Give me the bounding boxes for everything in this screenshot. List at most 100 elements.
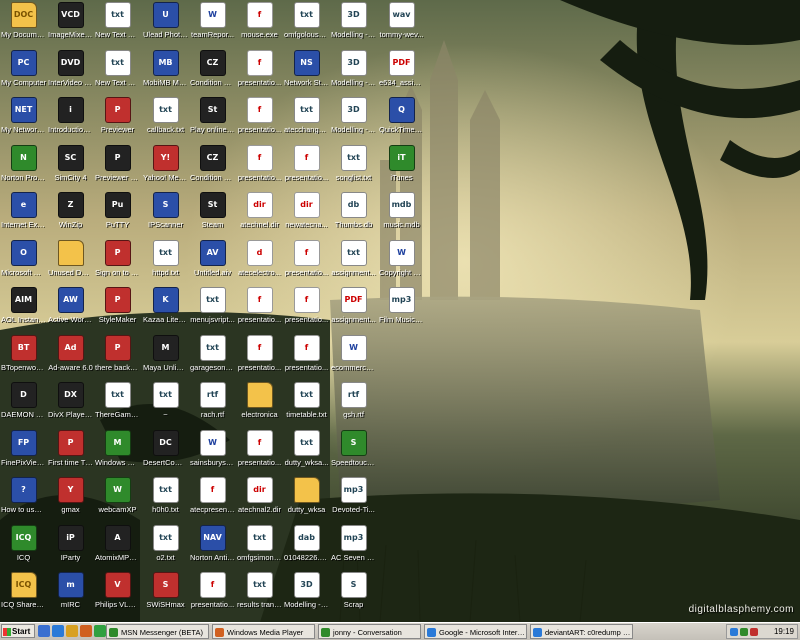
desktop-icon[interactable]: f presentatio... bbox=[283, 335, 330, 383]
desktop-icon[interactable]: electronica bbox=[236, 382, 283, 430]
taskbar-button[interactable]: jonny - Conversation bbox=[318, 624, 421, 639]
desktop-icon[interactable]: txt atecchange... bbox=[283, 97, 330, 145]
desktop-icon[interactable]: P Previewer bbox=[94, 97, 141, 145]
desktop-icon[interactable]: txt ThereGame.... bbox=[94, 382, 141, 430]
desktop-icon[interactable]: VCD ImageMixer VCD for ... bbox=[47, 2, 94, 50]
desktop-icon[interactable]: f presentatio... bbox=[236, 335, 283, 383]
desktop-icon[interactable]: AW Active Worlds bbox=[47, 287, 94, 335]
desktop-icon[interactable]: WwebcamXP bbox=[94, 477, 141, 525]
desktop-icon[interactable]: NET My Network Places bbox=[0, 97, 47, 145]
taskbar-button[interactable]: Windows Media Player bbox=[212, 624, 315, 639]
desktop-icon[interactable]: 3D Modelling - June 20... bbox=[330, 2, 377, 50]
desktop-icon[interactable]: f presentatio... bbox=[283, 145, 330, 193]
desktop-icon[interactable]: dir newatecna... bbox=[283, 192, 330, 240]
desktop-icon[interactable]: iP IParty bbox=[47, 525, 94, 573]
desktop-icon[interactable]: AV Untitled.aiv bbox=[189, 240, 236, 288]
desktop-icon[interactable]: txt New Text Document.txt bbox=[94, 50, 141, 98]
desktop-icon[interactable]: iT iTunes bbox=[378, 145, 425, 193]
desktop-icon[interactable]: Pthere backdoor bbox=[94, 335, 141, 383]
desktop-icon[interactable]: DVD InterVideo WinDVD bbox=[47, 50, 94, 98]
desktop-icon[interactable]: 3D Modelling - June 20... bbox=[330, 97, 377, 145]
desktop-icon[interactable]: m mIRC bbox=[47, 572, 94, 620]
desktop-icon[interactable]: ICQ ICQ bbox=[0, 525, 47, 573]
desktop-icon[interactable]: Wsainsburystr... bbox=[189, 430, 236, 478]
desktop-icon[interactable]: PDF assignment... bbox=[330, 287, 377, 335]
desktop-icon[interactable]: rtf rach.rtf bbox=[189, 382, 236, 430]
desktop-icon[interactable]: U Ulead Photo Explorer 6.0 bbox=[142, 2, 189, 50]
desktop-icon[interactable]: txt assignment... bbox=[330, 240, 377, 288]
desktop-icon[interactable]: f presentatio... bbox=[189, 572, 236, 620]
desktop-icon[interactable]: CZ Condition Zero Deleted Sce... bbox=[189, 145, 236, 193]
desktop-icon[interactable]: MB MobiMB Mobile Media Browser bbox=[142, 50, 189, 98]
desktop-icon[interactable]: txt timetable.txt bbox=[283, 382, 330, 430]
desktop-icon[interactable]: txt New Text Docum... bbox=[94, 2, 141, 50]
desktop-icon[interactable]: f atecpresent... bbox=[189, 477, 236, 525]
desktop-icon[interactable]: txt omfgolouse.txt bbox=[283, 2, 330, 50]
messenger-tray-icon[interactable] bbox=[740, 628, 748, 636]
desktop-icon[interactable]: rtf gsh.rtf bbox=[330, 382, 377, 430]
internet-explorer-icon[interactable] bbox=[52, 625, 64, 637]
network-icon[interactable] bbox=[730, 628, 738, 636]
desktop-icon[interactable]: mp3 Film Music 2.mp3 bbox=[378, 287, 425, 335]
desktop-icon[interactable]: dir atechnel.dir bbox=[236, 192, 283, 240]
desktop-icon[interactable]: txt ~ bbox=[142, 382, 189, 430]
desktop-icon[interactable]: PDF e634_assig... 04.pdf bbox=[378, 50, 425, 98]
desktop-icon[interactable]: BT BTopenworld Broadband bbox=[0, 335, 47, 383]
desktop-icon[interactable]: P Sign on to There bbox=[94, 240, 141, 288]
desktop-icon[interactable]: O Microsoft Outlook bbox=[0, 240, 47, 288]
desktop-icon[interactable]: e Internet Explorer bbox=[0, 192, 47, 240]
desktop-icon[interactable]: V Philips VLounge bbox=[94, 572, 141, 620]
desktop-icon[interactable]: St Play online using Steam bbox=[189, 97, 236, 145]
desktop-icon[interactable]: SC SimCity 4 bbox=[47, 145, 94, 193]
desktop-icon[interactable]: dab 01048226.dab bbox=[283, 525, 330, 573]
antivirus-tray-icon[interactable] bbox=[750, 628, 758, 636]
desktop-icon[interactable]: dir atechnal2.dir bbox=[236, 477, 283, 525]
desktop-icon[interactable]: f presentatio... bbox=[236, 430, 283, 478]
desktop-icon[interactable]: DX DivX Player 2.0 Alpha bbox=[47, 382, 94, 430]
messenger-icon[interactable] bbox=[94, 625, 106, 637]
outlook-icon[interactable] bbox=[66, 625, 78, 637]
show-desktop-icon[interactable] bbox=[38, 625, 50, 637]
desktop-icon[interactable]: P StyleMaker bbox=[94, 287, 141, 335]
desktop-icon[interactable]: Y! Yahoo! Messenger bbox=[142, 145, 189, 193]
desktop-icon[interactable]: DC DesertCombat... bbox=[142, 430, 189, 478]
desktop-icon[interactable]: K Kazaa Lite K++ bbox=[142, 287, 189, 335]
desktop-icon[interactable]: f presentatio... bbox=[236, 50, 283, 98]
desktop-icon[interactable]: S SWiSHmax bbox=[142, 572, 189, 620]
desktop-icon[interactable]: txt callback.txt bbox=[142, 97, 189, 145]
desktop-icon[interactable]: Ygmax bbox=[47, 477, 94, 525]
desktop-icon[interactable]: AIM AOL Instant Messenger bbox=[0, 287, 47, 335]
desktop-icon[interactable]: txt songlist.txt bbox=[330, 145, 377, 193]
desktop-icon[interactable]: txt h0h0.txt bbox=[142, 477, 189, 525]
desktop-icon[interactable]: i Introduction of Picture T... bbox=[47, 97, 94, 145]
desktop-icon[interactable]: Ad Ad-aware 6.0 bbox=[47, 335, 94, 383]
desktop-icon[interactable]: f presentatio... bbox=[236, 145, 283, 193]
desktop-icon[interactable]: St Steam bbox=[189, 192, 236, 240]
desktop-icon[interactable]: S Speedtouch Connection bbox=[330, 430, 377, 478]
desktop-icon[interactable]: f presentatio... bbox=[236, 287, 283, 335]
desktop-icon[interactable]: f presentatio... bbox=[283, 287, 330, 335]
desktop-icon[interactable]: dutty_wksa bbox=[283, 477, 330, 525]
desktop-icon[interactable]: txt garagesong... bbox=[189, 335, 236, 383]
desktop-icon[interactable]: txt omfgsimon.txt bbox=[236, 525, 283, 573]
desktop-icon[interactable]: A AtomixMP3 Trial bbox=[94, 525, 141, 573]
taskbar-button[interactable]: Google - Microsoft Intern... bbox=[424, 624, 527, 639]
desktop-icon[interactable]: mp3 AC Seven - House E... bbox=[330, 525, 377, 573]
desktop-icon[interactable]: ICQ ICQ Shared Files bbox=[0, 572, 47, 620]
desktop-icon[interactable]: 3D Modelling - June 20... bbox=[283, 572, 330, 620]
clock[interactable]: 19:19 bbox=[774, 625, 794, 639]
desktop-icon[interactable]: CZ Condition Zero bbox=[189, 50, 236, 98]
desktop-icon[interactable]: txt results transcript si... bbox=[236, 572, 283, 620]
desktop-icon[interactable]: Wecommercerep ort.doc bbox=[330, 335, 377, 383]
desktop-icon[interactable]: DOC My Documents bbox=[0, 2, 47, 50]
taskbar-button[interactable]: MSN Messenger (BETA) bbox=[106, 624, 209, 639]
desktop-icon[interactable]: WteamRepor... bbox=[189, 2, 236, 50]
desktop-icon[interactable]: Unused Deskto... bbox=[47, 240, 94, 288]
desktop-icon[interactable]: S IPScanner bbox=[142, 192, 189, 240]
desktop-icon[interactable]: wav tommy-wev... bbox=[378, 2, 425, 50]
desktop-icon[interactable]: txt dutty_wksa... bbox=[283, 430, 330, 478]
desktop-icon[interactable]: M Maya Unlimited 5.0 bbox=[142, 335, 189, 383]
desktop-icon[interactable]: txt httpd.txt bbox=[142, 240, 189, 288]
desktop-icon[interactable]: txt o2.txt bbox=[142, 525, 189, 573]
desktop-icon[interactable]: d atecelectro... bbox=[236, 240, 283, 288]
